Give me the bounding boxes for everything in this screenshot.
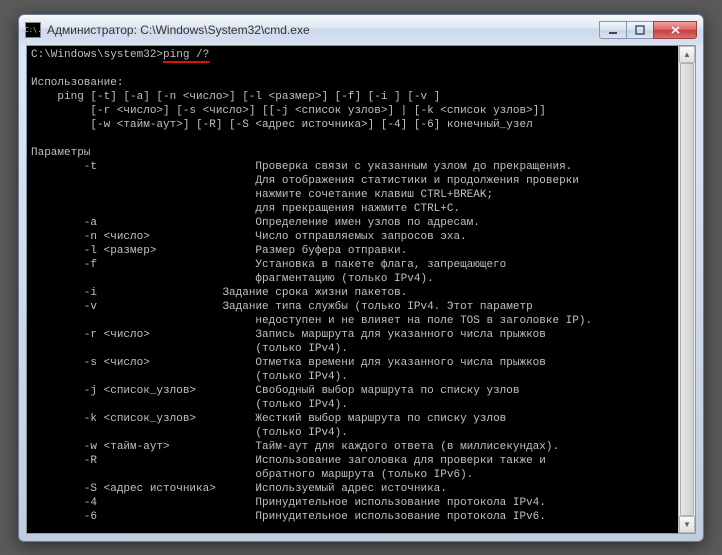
- window-controls: [600, 21, 697, 39]
- client-area: C:\Windows\system32>ping /? Использовани…: [26, 45, 696, 534]
- prompt-path: C:\Windows\system32>: [31, 49, 163, 61]
- scroll-down-button[interactable]: ▼: [679, 516, 695, 533]
- scroll-up-button[interactable]: ▲: [679, 46, 695, 63]
- terminal-output[interactable]: C:\Windows\system32>ping /? Использовани…: [27, 46, 695, 533]
- scroll-track[interactable]: [679, 63, 695, 516]
- minimize-button[interactable]: [599, 21, 627, 39]
- entered-command: ping /?: [163, 49, 209, 63]
- maximize-button[interactable]: [626, 21, 654, 39]
- titlebar[interactable]: C:\. Администратор: C:\Windows\System32\…: [19, 15, 703, 45]
- cmd-window: C:\. Администратор: C:\Windows\System32\…: [18, 14, 704, 542]
- scroll-thumb[interactable]: [680, 63, 694, 516]
- vertical-scrollbar[interactable]: ▲ ▼: [678, 46, 695, 533]
- cmd-icon: C:\.: [25, 22, 41, 38]
- close-button[interactable]: [653, 21, 697, 39]
- window-title: Администратор: C:\Windows\System32\cmd.e…: [47, 23, 600, 37]
